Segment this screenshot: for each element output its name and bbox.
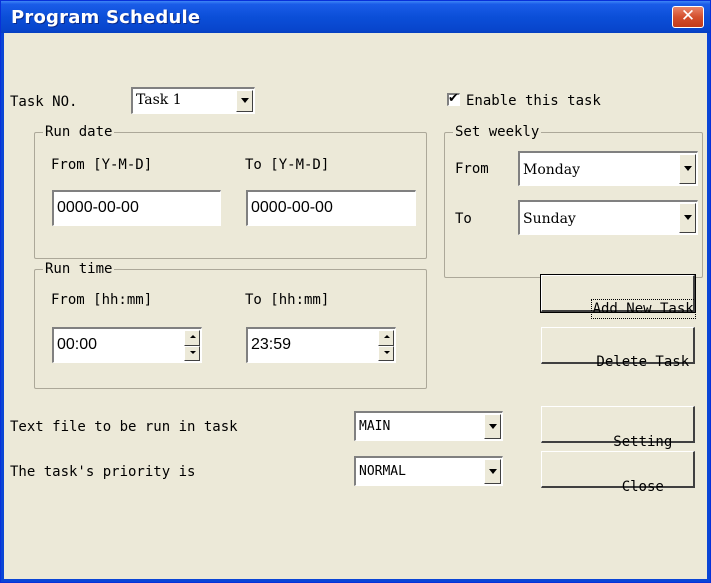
chevron-down-icon[interactable] [679, 154, 696, 184]
window-title: Program Schedule [11, 7, 201, 28]
close-x-icon: ✕ [680, 6, 696, 26]
add-new-task-button[interactable]: Add New Task [540, 274, 696, 319]
chevron-down-icon[interactable] [236, 90, 253, 112]
run-time-from-label: From [hh:mm] [51, 292, 153, 308]
arrow-up-icon [190, 335, 196, 338]
run-date-to-value: 0000-00-00 [251, 199, 333, 216]
close-window-button[interactable]: ✕ [672, 6, 704, 28]
priority-select[interactable]: NORMAL [354, 456, 503, 486]
dialog-body: Task NO. Task 1 ✔ Enable this task Run d… [4, 33, 707, 579]
weekly-to-select[interactable]: Sunday [518, 200, 698, 235]
run-time-to-value: 23:59 [251, 336, 292, 353]
spin-up-button[interactable] [184, 330, 200, 346]
task-no-select[interactable]: Task 1 [131, 87, 255, 114]
chevron-down-icon[interactable] [484, 414, 501, 439]
run-date-group-label: Run date [43, 124, 115, 140]
run-date-from-input[interactable]: 0000-00-00 [52, 190, 221, 226]
run-time-from-spinner[interactable] [184, 330, 200, 361]
priority-label: The task's priority is [10, 464, 196, 480]
run-time-group-label: Run time [43, 261, 115, 277]
run-date-from-value: 0000-00-00 [57, 199, 139, 216]
weekly-from-label: From [455, 161, 489, 177]
run-date-to-label: To [Y-M-D] [245, 157, 330, 173]
enable-task-checkbox[interactable]: ✔ [447, 91, 460, 106]
add-new-task-label: Add New Task [590, 299, 696, 319]
setting-label: Setting [613, 434, 673, 450]
title-bar[interactable]: Program Schedule ✕ [1, 1, 710, 33]
run-time-to-spinner[interactable] [378, 330, 394, 361]
text-file-label: Text file to be run in task [10, 419, 238, 435]
chevron-down-icon[interactable] [484, 459, 501, 484]
checkmark-icon: ✔ [448, 91, 459, 106]
close-button[interactable]: Close [541, 451, 695, 495]
run-time-to-input[interactable]: 23:59 [246, 327, 396, 363]
delete-task-button[interactable]: Delete Task [541, 327, 695, 370]
arrow-up-icon [384, 335, 390, 338]
task-no-label: Task NO. [10, 94, 78, 110]
text-file-value: MAIN [359, 419, 391, 434]
arrow-down-icon [384, 350, 390, 354]
weekly-from-select[interactable]: Monday [518, 151, 698, 186]
delete-task-label: Delete Task [596, 354, 690, 370]
weekly-from-value: Monday [523, 162, 580, 178]
setting-button[interactable]: Setting [541, 406, 695, 450]
text-file-select[interactable]: MAIN [354, 411, 503, 441]
enable-task-label: Enable this task [466, 93, 601, 109]
spin-down-button[interactable] [184, 345, 200, 361]
spin-down-button[interactable] [378, 345, 394, 361]
program-schedule-window: Program Schedule ✕ Task NO. Task 1 ✔ Ena… [0, 0, 711, 583]
run-date-to-input[interactable]: 0000-00-00 [246, 190, 416, 226]
run-date-from-label: From [Y-M-D] [51, 157, 153, 173]
spin-up-button[interactable] [378, 330, 394, 346]
weekly-to-value: Sunday [523, 211, 576, 227]
chevron-down-icon[interactable] [679, 203, 696, 233]
set-weekly-group-label: Set weekly [453, 124, 542, 140]
weekly-to-label: To [455, 211, 472, 227]
run-time-from-value: 00:00 [57, 336, 98, 353]
run-time-to-label: To [hh:mm] [245, 292, 330, 308]
priority-value: NORMAL [359, 464, 406, 479]
task-no-value: Task 1 [136, 92, 182, 108]
run-time-from-input[interactable]: 00:00 [52, 327, 202, 363]
close-label: Close [621, 479, 664, 495]
arrow-down-icon [190, 350, 196, 354]
